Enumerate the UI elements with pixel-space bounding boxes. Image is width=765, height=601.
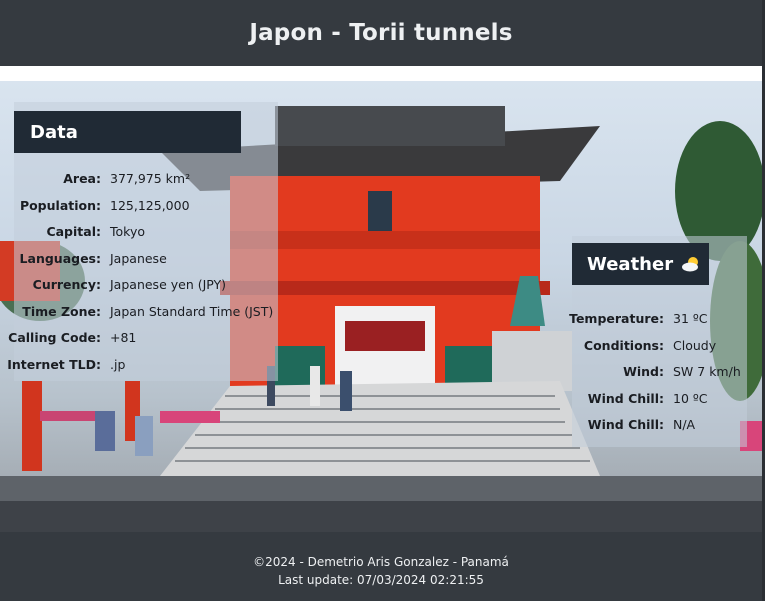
data-row-label: Area: <box>63 171 101 186</box>
site-header: Japon - Torii tunnels <box>0 0 762 66</box>
footer-copyright: ©2024 - Demetrio Aris Gonzalez - Panamá <box>253 555 509 569</box>
data-row-value: +81 <box>110 330 137 345</box>
data-row-label: Calling Code: <box>8 330 101 345</box>
weather-panel-title: Weather <box>572 243 709 285</box>
data-row-value: Japanese <box>110 250 167 266</box>
data-row-value: 377,975 km² <box>110 171 191 186</box>
weather-row-label: Wind: <box>623 364 664 379</box>
site-footer: ©2024 - Demetrio Aris Gonzalez - Panamá … <box>0 532 762 601</box>
weather-row-value: 31 ºC <box>673 311 708 326</box>
weather-row-label: Wind Chill: <box>587 417 664 432</box>
data-row-value: 125,125,000 <box>110 197 190 213</box>
data-row-label: Languages: <box>19 250 101 266</box>
weather-row-value: N/A <box>673 417 696 432</box>
partly-cloudy-icon <box>681 256 701 272</box>
page-title: Japon - Torii tunnels <box>249 20 513 46</box>
data-panel-title: Data <box>14 111 241 153</box>
data-row-value: Tokyo <box>110 224 145 239</box>
weather-row-label: Conditions: <box>583 337 664 353</box>
data-row-value: Japan Standard Time (JST) <box>110 303 274 319</box>
weather-row-value: 10 ºC <box>673 390 708 406</box>
data-row-label: Internet TLD: <box>7 356 101 372</box>
data-row-label: Currency: <box>32 277 101 292</box>
footer-last-update: Last update: 07/03/2024 02:21:55 <box>278 573 484 587</box>
weather-row-label: Temperature: <box>569 311 664 326</box>
data-row-value: Japanese yen (JPY) <box>110 277 227 292</box>
data-row-label: Time Zone: <box>22 303 101 319</box>
weather-row-value: Cloudy <box>673 337 717 353</box>
weather-row-value: SW 7 km/h <box>673 364 741 379</box>
data-row-label: Population: <box>19 197 101 213</box>
weather-row-label: Wind Chill: <box>587 390 664 406</box>
data-row-label: Capital: <box>46 224 101 239</box>
weather-title-text: Weather <box>587 253 674 275</box>
data-row-value: .jp <box>110 356 126 372</box>
